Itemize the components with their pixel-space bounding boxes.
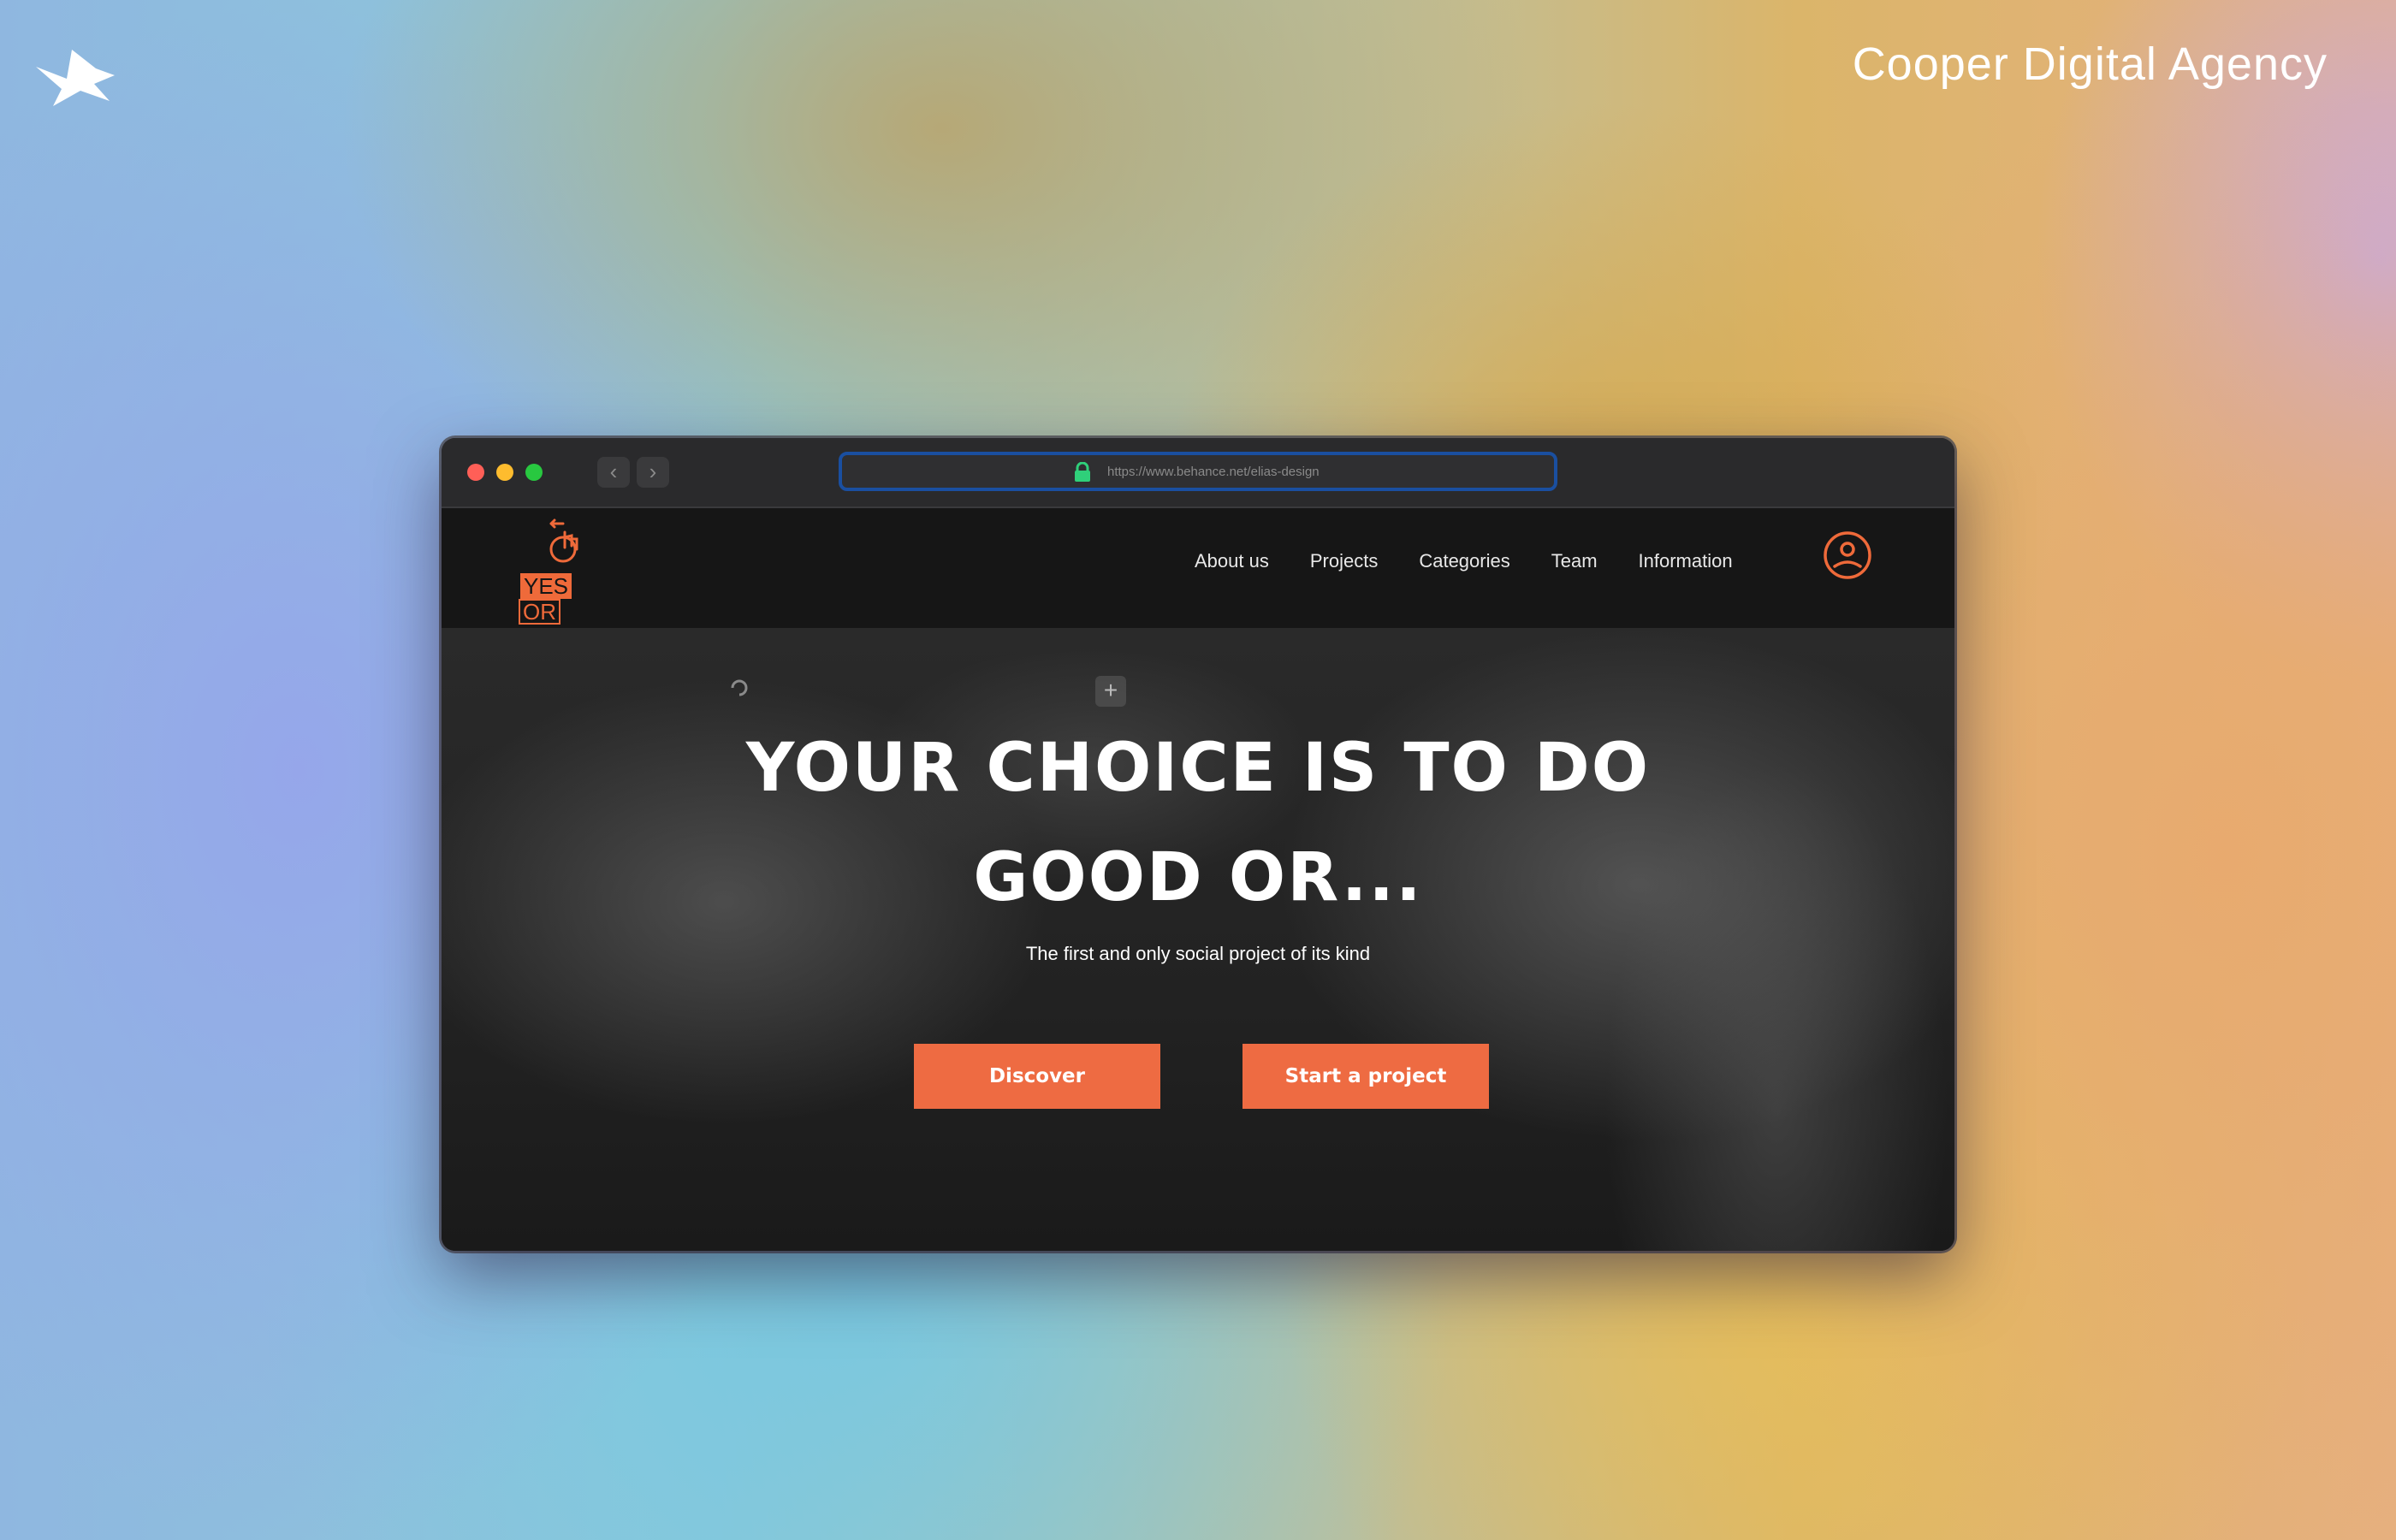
hero-subtitle: The first and only social project of its… xyxy=(1025,943,1371,964)
loading-spinner-icon xyxy=(731,679,748,696)
start-project-button[interactable]: Start a project xyxy=(1242,1044,1489,1109)
close-window-button[interactable] xyxy=(467,464,484,481)
nav-information[interactable]: Information xyxy=(1639,544,1733,578)
chevron-left-icon[interactable]: ‹ xyxy=(597,457,630,488)
nav-projects[interactable]: Projects xyxy=(1310,544,1378,578)
lock-icon xyxy=(1075,462,1090,482)
minimize-window-button[interactable] xyxy=(496,464,513,481)
zoom-window-button[interactable] xyxy=(525,464,543,481)
browser-window: ‹ › https://www.behance.net/elias-design… xyxy=(442,438,1954,1251)
address-bar[interactable]: https://www.behance.net/elias-design xyxy=(839,452,1557,491)
hero-headline-line-2: GOOD OR... xyxy=(973,839,1423,916)
nav-categories[interactable]: Categories xyxy=(1419,544,1509,578)
main-nav: About us Projects Categories Team Inform… xyxy=(1195,544,1774,578)
logo-or: OR xyxy=(519,599,560,625)
site-logo[interactable]: YESOR xyxy=(519,517,606,625)
site-header: YESOR About us Projects Categories Team … xyxy=(442,508,1954,628)
discover-button[interactable]: Discover xyxy=(914,1044,1160,1109)
url-text: https://www.behance.net/elias-design xyxy=(1107,465,1320,479)
nav-team[interactable]: Team xyxy=(1551,544,1598,578)
agency-name: Cooper Digital Agency xyxy=(1852,38,2328,90)
browser-titlebar: ‹ › https://www.behance.net/elias-design xyxy=(442,438,1954,508)
site-logo-text: YESOR xyxy=(519,573,606,625)
website-viewport: YESOR About us Projects Categories Team … xyxy=(442,508,1954,1251)
hero-headline-line-1: YOUR CHOICE IS TO DO xyxy=(745,730,1651,807)
hero-headline: YOUR CHOICE IS TO DO GOOD OR... xyxy=(442,714,1954,933)
bird-logo-icon xyxy=(36,50,115,106)
logo-yes: YES xyxy=(520,573,572,599)
chevron-right-icon[interactable]: › xyxy=(637,457,669,488)
pointing-hand-icon xyxy=(549,518,578,563)
nav-about-us[interactable]: About us xyxy=(1195,544,1269,578)
user-circle-icon[interactable] xyxy=(1823,530,1872,580)
plus-icon[interactable]: + xyxy=(1095,676,1126,707)
